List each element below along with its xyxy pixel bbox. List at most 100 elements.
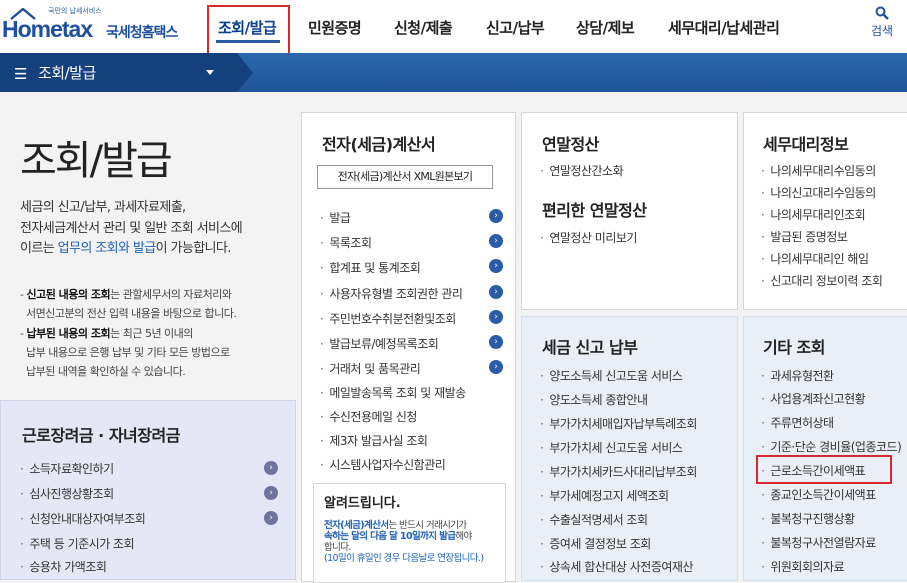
chevron-down-icon[interactable] [206, 70, 214, 75]
notice-plain: 해야 [455, 531, 472, 542]
list-item[interactable]: · 양도소득세 종합안내 [540, 391, 648, 408]
notice-line: (10일이 휴일인 경우 다음날로 연장됩니다.) [324, 553, 484, 564]
chevron-right-icon[interactable]: › [489, 234, 503, 248]
list-item[interactable]: · 증여세 결정정보 조회 [540, 535, 651, 552]
note-line: 납부 내용으로 은행 납부 및 기타 모든 방법으로 [20, 346, 230, 359]
list-item[interactable]: · 신청안내대상자여부조회 [20, 510, 146, 527]
item-label: 주민번호수취분전환및조회 [329, 312, 456, 326]
item-label: 주류면허상태 [770, 416, 834, 430]
list-item[interactable]: · 발급된 증명정보 [761, 228, 848, 245]
nav-consult-report[interactable]: 상담/제보 [576, 17, 635, 38]
notice-emphasis: 속하는 달의 다음 달 10일까지 발급 [324, 531, 456, 542]
item-label: 나의세무대리인조회 [770, 208, 866, 222]
list-item[interactable]: · 거래처 및 품목관리 [320, 360, 421, 377]
nav-report-pay[interactable]: 신고/납부 [486, 17, 545, 38]
list-item[interactable]: · 부가가치세매입자납부특례조회 [540, 415, 697, 432]
highlight-item-box [756, 455, 892, 484]
xml-original-view-button[interactable]: 전자(세금)계산서 XML원본보기 [317, 165, 493, 189]
intro-text: 이르는 [20, 241, 58, 256]
list-item[interactable]: · 연말정산 미리보기 [540, 229, 637, 246]
list-item[interactable]: · 부가세예정고지 세액조회 [540, 487, 669, 504]
list-item[interactable]: · 심사진행상황조회 [20, 485, 114, 502]
item-label: 나의세무대리수임동의 [770, 164, 876, 178]
list-item[interactable]: · 기준·단순 경비율(업종코드) [761, 438, 902, 455]
item-label: 나의세무대리인 해임 [770, 252, 869, 266]
list-item[interactable]: · 승용차 가액조회 [20, 558, 107, 575]
note-text: 는 관할세무서의 자료처리와 [110, 288, 232, 301]
list-item[interactable]: · 나의세무대리인조회 [761, 206, 866, 223]
note-emphasis: 신고된 내용의 조회 [26, 288, 111, 301]
list-item[interactable]: · 시스템사업자수신함관리 [320, 456, 446, 473]
list-item[interactable]: · 사용자유형별 조회권한 관리 [320, 285, 463, 302]
item-label: 목록조회 [329, 236, 372, 250]
nav-civil-certificate[interactable]: 민원증명 [308, 17, 362, 38]
list-item[interactable]: · 발급보류/예정목록조회 [320, 335, 439, 352]
item-label: 거래처 및 품목관리 [329, 362, 421, 376]
item-label: 신청안내대상자여부조회 [29, 512, 146, 526]
item-label: 메일발송목록 조회 및 재발송 [329, 386, 466, 400]
list-item[interactable]: · 주류면허상태 [761, 414, 834, 431]
page-title: 조회/발급 [20, 138, 173, 184]
list-item[interactable]: · 사업용계좌신고현황 [761, 390, 866, 407]
item-label: 부가가치세 신고도움 서비스 [549, 441, 683, 455]
hamburger-icon[interactable]: ☰ [14, 65, 27, 83]
notice-plain: 는 반드시 거래시기가 [388, 520, 467, 531]
list-item[interactable]: · 주민번호수취분전환및조회 [320, 310, 456, 327]
list-item[interactable]: · 연말정산간소화 [540, 162, 624, 179]
list-item[interactable]: · 주택 등 기준시가 조회 [20, 535, 135, 552]
list-item[interactable]: · 제3자 발급사실 조회 [320, 432, 428, 449]
list-item[interactable]: · 과세유형전환 [761, 367, 834, 384]
chevron-right-icon[interactable]: › [264, 486, 278, 500]
list-item[interactable]: · 수신전용메일 신청 [320, 408, 417, 425]
item-label: 합계표 및 통계조회 [329, 261, 421, 275]
notice-box: 알려드립니다. 전자(세금)계산서는 반드시 거래시기가 속하는 달의 다음 달… [313, 483, 506, 583]
subnav-arrow-shape [237, 53, 253, 92]
item-label: 사용자유형별 조회권한 관리 [329, 287, 463, 301]
list-item[interactable]: · 소득자료확인하기 [20, 460, 114, 477]
note-declared: - 신고된 내용의 조회는 관할세무서의 자료처리와 서면신고분의 전산 입력 … [20, 285, 237, 323]
nav-tax-agent[interactable]: 세무대리/납세관리 [668, 17, 780, 38]
list-item[interactable]: · 나의세무대리수임동의 [761, 162, 876, 179]
chevron-right-icon[interactable]: › [489, 335, 503, 349]
item-label: 불복청구진행상황 [770, 512, 855, 526]
note-line: - 납부된 내용의 조회는 최근 5년 이내의 [20, 324, 230, 343]
list-item[interactable]: · 나의신고대리수임동의 [761, 184, 876, 201]
list-item[interactable]: · 신고대리 정보이력 조회 [761, 272, 883, 289]
list-item[interactable]: · 메일발송목록 조회 및 재발송 [320, 384, 466, 401]
list-item[interactable]: · 수출실적명세서 조회 [540, 511, 648, 528]
logo-wordmark: Hometax [2, 16, 93, 42]
list-item[interactable]: · 부가가치세카드사대리납부조회 [540, 463, 697, 480]
item-label: 시스템사업자수신함관리 [329, 458, 446, 472]
item-label: 수신전용메일 신청 [329, 410, 417, 424]
list-item[interactable]: · 종교인소득간이세액표 [761, 486, 876, 503]
list-item[interactable]: · 발급 [320, 209, 351, 226]
chevron-right-icon[interactable]: › [489, 285, 503, 299]
item-label: 양도소득세 신고도움 서비스 [549, 369, 683, 383]
list-item[interactable]: · 불복청구사전열람자료 [761, 534, 876, 551]
chevron-right-icon[interactable]: › [264, 511, 278, 525]
chevron-right-icon[interactable]: › [489, 310, 503, 324]
item-label: 발급보류/예정목록조회 [329, 337, 439, 351]
chevron-right-icon[interactable]: › [489, 209, 503, 223]
chevron-right-icon[interactable]: › [264, 461, 278, 475]
list-item[interactable]: · 상속세 합산대상 사전증여재산 [540, 558, 693, 575]
item-label: 승용차 가액조회 [29, 560, 107, 574]
search-button[interactable]: 검색 [864, 6, 900, 39]
list-item[interactable]: · 부가가치세 신고도움 서비스 [540, 439, 683, 456]
list-item[interactable]: · 불복청구진행상황 [761, 510, 855, 527]
item-label: 수출실적명세서 조회 [549, 513, 648, 527]
list-item[interactable]: · 합계표 및 통계조회 [320, 259, 421, 276]
list-item[interactable]: · 나의세무대리인 해임 [761, 250, 869, 267]
chevron-right-icon[interactable]: › [489, 259, 503, 273]
item-label: 사업용계좌신고현황 [770, 392, 866, 406]
list-item[interactable]: · 위원회회의자료 [761, 558, 845, 575]
list-item[interactable]: · 목록조회 [320, 234, 372, 251]
subnav-menu-toggle[interactable] [0, 53, 237, 92]
item-label: 발급 [329, 211, 351, 225]
intro-line: 이르는 업무의 조회와 발급이 가능합니다. [20, 239, 242, 260]
hometax-logo[interactable]: 국민의 납세서비스 Hometax 국세청홈택스 [2, 6, 192, 46]
nav-apply-submit[interactable]: 신청/제출 [394, 17, 453, 38]
chevron-right-icon[interactable]: › [489, 360, 503, 374]
item-label: 상속세 합산대상 사전증여재산 [549, 560, 693, 574]
list-item[interactable]: · 양도소득세 신고도움 서비스 [540, 367, 683, 384]
